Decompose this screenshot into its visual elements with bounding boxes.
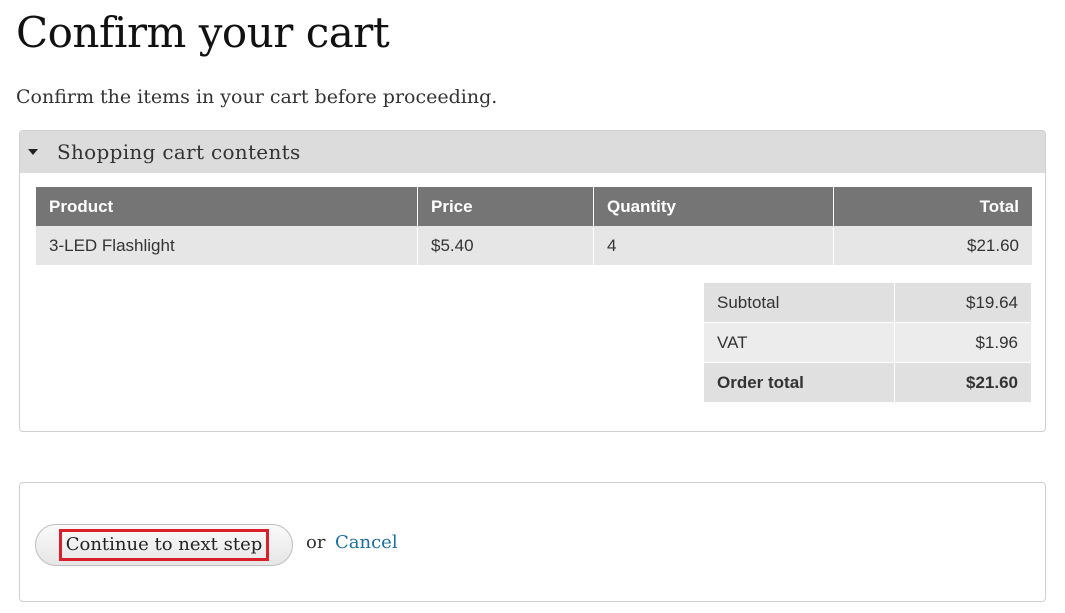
header-product: Product [36,187,418,226]
cell-total: $21.60 [833,226,1032,265]
continue-button-label: Continue to next step [58,529,270,561]
vat-label: VAT [704,322,895,363]
cell-product: 3-LED Flashlight [36,226,418,265]
order-total-label: Order total [704,362,895,403]
cart-legend-label: Shopping cart contents [57,140,301,164]
order-totals-table: Subtotal $19.64 VAT $1.96 Order total $2… [704,283,1031,403]
form-actions: Continue to next step or Cancel [19,482,1046,602]
cart-table: Product Price Quantity Total 3-LED Flash… [36,187,1032,265]
table-row: 3-LED Flashlight $5.40 4 $21.60 [36,226,1032,265]
cell-price: $5.40 [417,226,594,265]
subtotal-value: $19.64 [894,283,1031,323]
page-title: Confirm your cart [16,8,390,57]
cart-table-header-row: Product Price Quantity Total [36,187,1032,226]
cart-legend-toggle[interactable]: Shopping cart contents [20,131,1045,173]
subtotal-row: Subtotal $19.64 [704,283,1031,323]
continue-button[interactable]: Continue to next step [35,524,293,566]
cart-fieldset: Shopping cart contents Product Price Qua… [19,130,1046,432]
vat-row: VAT $1.96 [704,322,1031,363]
order-total-row: Order total $21.60 [704,362,1031,403]
collapse-triangle-icon [28,149,38,155]
cell-quantity: 4 [593,226,834,265]
header-price: Price [417,187,594,226]
vat-value: $1.96 [894,322,1031,363]
header-total: Total [833,187,1032,226]
page-intro: Confirm the items in your cart before pr… [16,86,498,108]
subtotal-label: Subtotal [704,283,895,323]
or-separator: or [306,532,326,553]
header-quantity: Quantity [593,187,834,226]
order-total-value: $21.60 [894,362,1031,403]
cancel-link[interactable]: Cancel [335,532,398,553]
